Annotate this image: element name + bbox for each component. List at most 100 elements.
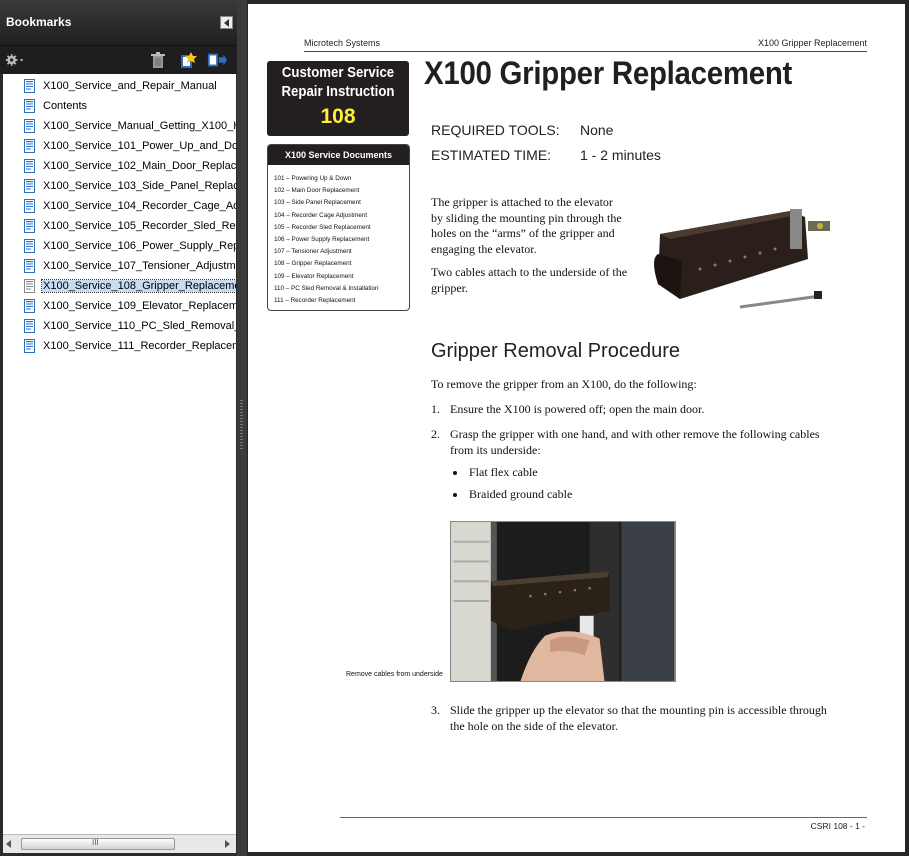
chevron-left-icon [224, 19, 229, 27]
service-document-item: 109 – Elevator Replacement [274, 272, 354, 280]
bookmark-item[interactable]: X100_Service_Manual_Getting_X100_He [3, 117, 236, 137]
service-documents-list: 101 – Powering Up & Down 102 – Main Door … [274, 173, 409, 307]
bookmark-item[interactable]: X100_Service_110_PC_Sled_Removal_8 [3, 317, 236, 337]
step-2-number: 2. [431, 427, 440, 441]
bookmark-page-icon [24, 239, 35, 253]
bookmarks-toolbar [0, 46, 237, 74]
bullet-item: Flat flex cable [469, 465, 538, 479]
service-document-item: 101 – Powering Up & Down [274, 175, 352, 182]
gear-icon[interactable] [5, 52, 25, 68]
intro-line: The gripper is attached to the elevator [431, 195, 613, 209]
bookmark-label: X100_Service_103_Side_Panel_Replace [43, 180, 236, 192]
service-document-item: 110 – PC Sled Removal & Installation [274, 284, 379, 292]
bookmark-page-icon [24, 339, 35, 353]
horizontal-scrollbar[interactable]: III [3, 834, 236, 853]
bookmark-item[interactable]: X100_Service_108_Gripper_Replacemen [3, 277, 236, 297]
service-document-item: 107 – Tensioner Adjustment [274, 248, 352, 256]
footer-rule [340, 817, 867, 818]
step-3-text: Slide the gripper up the elevator so tha… [450, 703, 827, 734]
bookmark-label: X100_Service_and_Repair_Manual [43, 80, 217, 92]
service-document-item: 111 – Recorder Replacement [274, 297, 356, 305]
bookmarks-header: Bookmarks [0, 0, 237, 46]
bookmark-page-icon [24, 79, 35, 93]
splitter-grip[interactable] [240, 400, 243, 450]
bookmark-item[interactable]: X100_Service_109_Elevator_Replaceme [3, 297, 236, 317]
step-2-line: from its underside: [450, 442, 541, 457]
intro-line: by sliding the mounting pin through the [431, 210, 622, 225]
intro-line: engaging the elevator. [431, 241, 537, 256]
service-document-item: 106 – Power Supply Replacement [274, 236, 370, 244]
header-company: Microtech Systems [304, 38, 381, 48]
bookmark-page-icon [24, 319, 35, 333]
panel-splitter[interactable] [237, 0, 247, 856]
bookmark-label: X100_Service_107_Tensioner_Adjustme [43, 260, 236, 272]
document-page: Microtech Systems X100 Gripper Replaceme… [248, 4, 905, 852]
service-documents-box: X100 Service Documents 101 – Powering Up… [267, 144, 410, 311]
customer-service-box: Customer Service Repair Instruction 108 [267, 61, 409, 136]
collapse-panel-button[interactable] [220, 16, 233, 29]
bookmark-label: X100_Service_Manual_Getting_X100_He [43, 120, 236, 132]
bookmark-item[interactable]: X100_Service_104_Recorder_Cage_Adj [3, 197, 236, 217]
service-document-item: 103 – Side Panel Replacement [274, 199, 361, 207]
bookmark-page-icon [24, 159, 35, 173]
service-documents-title: X100 Service Documents [268, 145, 409, 165]
new-bookmark-icon[interactable] [178, 52, 198, 68]
step-3-number: 3. [431, 703, 440, 717]
bookmark-page-icon [24, 179, 35, 193]
intro-line: gripper. [431, 280, 468, 295]
scroll-right-icon[interactable] [225, 840, 231, 848]
scrollbar-thumb[interactable]: III [21, 838, 175, 850]
service-document-item: 108 – Gripper Replacement [274, 260, 352, 268]
page-footer: CSRI 108 - 1 - [810, 821, 865, 831]
bookmark-item[interactable]: X100_Service_105_Recorder_Sled_Repl [3, 217, 236, 237]
required-tools-value: None [580, 122, 614, 138]
bookmark-item[interactable]: X100_Service_and_Repair_Manual [3, 77, 236, 97]
bookmark-list: X100_Service_and_Repair_Manual Contents X1… [3, 74, 236, 834]
bookmark-item[interactable]: X100_Service_102_Main_Door_Replace [3, 157, 236, 177]
procedure-lead: To remove the gripper from an X100, do t… [431, 377, 697, 391]
bookmark-page-icon [24, 279, 35, 293]
bookmark-label: X100_Service_104_Recorder_Cage_Adj [43, 200, 236, 212]
bookmark-item[interactable]: X100_Service_106_Power_Supply_Repl [3, 237, 236, 257]
bookmark-item[interactable]: X100_Service_111_Recorder_Replacem [3, 337, 236, 357]
photo-caption: Remove cables from underside [346, 671, 443, 678]
cs-line1: Customer Service [281, 64, 395, 81]
step-3-line: Slide the gripper up the elevator so tha… [450, 703, 827, 717]
step-1-number: 1. [431, 402, 440, 416]
step-1-text: Ensure the X100 is powered off; open the… [450, 402, 705, 416]
bookmark-page-icon [24, 139, 35, 153]
bookmark-item[interactable]: X100_Service_103_Side_Panel_Replace [3, 177, 236, 197]
bookmark-page-icon [24, 99, 35, 113]
bookmark-item[interactable]: X100_Service_107_Tensioner_Adjustme [3, 257, 236, 277]
bookmark-label: X100_Service_101_Power_Up_and_Dow [43, 140, 236, 152]
bookmark-label: X100_Service_105_Recorder_Sled_Repl [43, 220, 236, 232]
bookmarks-title: Bookmarks [6, 15, 72, 29]
bullet-item: Braided ground cable [469, 487, 573, 501]
page-title: X100 Gripper Replacement [424, 55, 793, 91]
bookmark-label: X100_Service_102_Main_Door_Replace [43, 160, 236, 172]
bullet-dot [453, 493, 457, 497]
required-tools-label: REQUIRED TOOLS: [431, 122, 560, 138]
trash-icon[interactable] [148, 52, 168, 68]
bookmarks-panel: Bookmarks X100_Service_and_Repair_Manual… [0, 0, 237, 856]
scroll-left-icon[interactable] [6, 840, 12, 848]
cs-line2: Repair Instruction [281, 83, 395, 100]
cable-removal-photo [450, 521, 676, 682]
header-rule [304, 51, 867, 52]
expand-bookmark-icon[interactable] [207, 52, 227, 68]
estimated-time-label: ESTIMATED TIME: [431, 147, 552, 163]
bookmark-label: X100_Service_111_Recorder_Replacem [43, 340, 236, 352]
cs-number: 108 [320, 105, 356, 128]
bookmark-page-icon [24, 299, 35, 313]
bookmark-item[interactable]: Contents [3, 97, 236, 117]
bookmark-page-icon [24, 259, 35, 273]
step-2-line: Grasp the gripper with one hand, and wit… [450, 427, 820, 441]
step-2-text: Grasp the gripper with one hand, and wit… [450, 427, 820, 458]
service-document-item: 104 – Recorder Cage Adjustment [274, 211, 368, 219]
bullet-dot [453, 471, 457, 475]
bookmark-item[interactable]: X100_Service_101_Power_Up_and_Dow [3, 137, 236, 157]
intro-line: holes on the “arms” of the gripper and [431, 226, 615, 240]
section-heading: Gripper Removal Procedure [431, 340, 680, 362]
bookmark-page-icon [24, 219, 35, 233]
bookmark-label: X100_Service_109_Elevator_Replaceme [43, 300, 236, 312]
